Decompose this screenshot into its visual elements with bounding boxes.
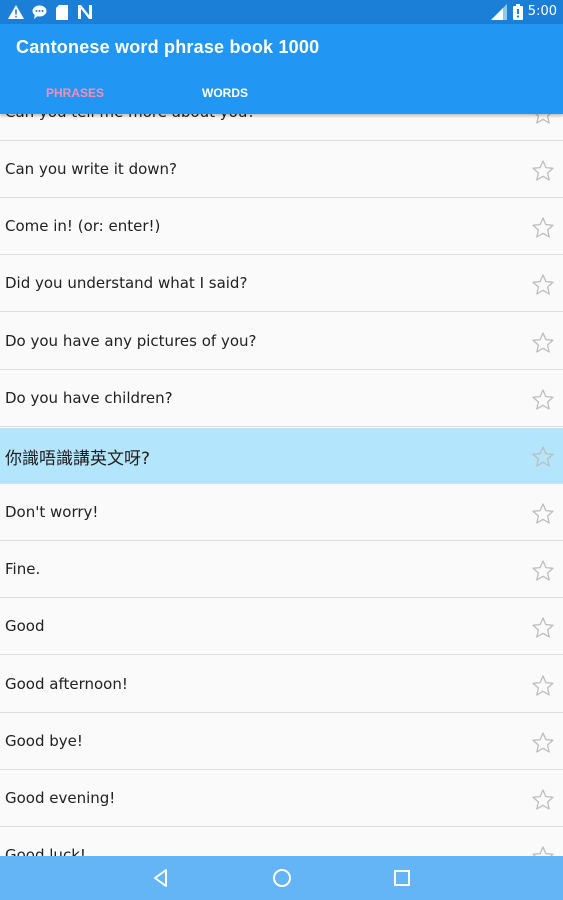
phrase-row[interactable]: Fine. [0,542,563,598]
phrase-text: Did you understand what I said? [5,274,248,292]
phrase-row[interactable]: Can you write it down? [0,142,563,198]
battery-icon [513,4,523,20]
status-bar: 5:00 [0,0,563,24]
phrase-row[interactable]: Good bye! [0,714,563,770]
phrase-text: Good afternoon! [5,675,128,693]
favorite-star-icon[interactable] [531,331,555,355]
phrase-row[interactable]: Good luck! [0,828,563,856]
favorite-star-icon[interactable] [531,114,555,126]
phrase-text: Can you tell me more about you? [5,114,255,121]
phrase-row[interactable]: 你識唔識講英文呀? [0,428,563,484]
recents-icon[interactable] [390,866,414,890]
n-icon [78,4,92,20]
phrase-row[interactable]: Can you tell me more about you? [0,114,563,141]
tab-words[interactable]: WORDS [150,86,300,100]
favorite-star-icon[interactable] [531,788,555,812]
favorite-star-icon[interactable] [531,674,555,698]
chat-icon [32,4,47,20]
signal-icon [489,4,507,20]
favorite-star-icon[interactable] [531,731,555,755]
phrase-text: Do you have children? [5,389,173,407]
phrase-text: Fine. [5,560,41,578]
navigation-bar [0,856,563,900]
favorite-star-icon[interactable] [531,502,555,526]
tab-phrases[interactable]: PHRASES [0,86,150,100]
phrase-text: 你識唔識講英文呀? [5,449,151,469]
phrase-row[interactable]: Come in! (or: enter!) [0,199,563,255]
phrase-row[interactable]: Don't worry! [0,485,563,541]
home-icon[interactable] [270,866,294,890]
favorite-star-icon[interactable] [531,559,555,583]
phrase-text: Do you have any pictures of you? [5,332,257,350]
phrase-text: Good [5,617,45,635]
app-title: Cantonese word phrase book 1000 [16,37,320,57]
phrase-text: Good evening! [5,789,116,807]
phrase-text: Good luck! [5,846,86,856]
favorite-star-icon[interactable] [531,845,555,856]
warning-icon [8,4,24,20]
favorite-star-icon[interactable] [531,616,555,640]
phrase-row[interactable]: Good [0,599,563,655]
phrase-list[interactable]: Can you tell me more about you? Can you w… [0,114,563,856]
phrase-text: Come in! (or: enter!) [5,217,161,235]
favorite-star-icon[interactable] [531,216,555,240]
phrase-row[interactable]: Did you understand what I said? [0,256,563,312]
sd-card-icon [56,4,68,20]
phrase-text: Can you write it down? [5,160,178,178]
status-time: 5:00 [527,4,557,19]
app-bar: Cantonese word phrase book 1000 PHRASES … [0,24,563,114]
back-icon[interactable] [150,866,174,890]
favorite-star-icon[interactable] [531,445,555,469]
phrase-text: Don't worry! [5,503,99,521]
phrase-row[interactable]: Do you have children? [0,371,563,427]
phrase-row[interactable]: Good afternoon! [0,657,563,713]
favorite-star-icon[interactable] [531,159,555,183]
favorite-star-icon[interactable] [531,388,555,412]
phrase-row[interactable]: Good evening! [0,771,563,827]
favorite-star-icon[interactable] [531,273,555,297]
phrase-text: Good bye! [5,732,83,750]
phrase-row[interactable]: Do you have any pictures of you? [0,314,563,370]
